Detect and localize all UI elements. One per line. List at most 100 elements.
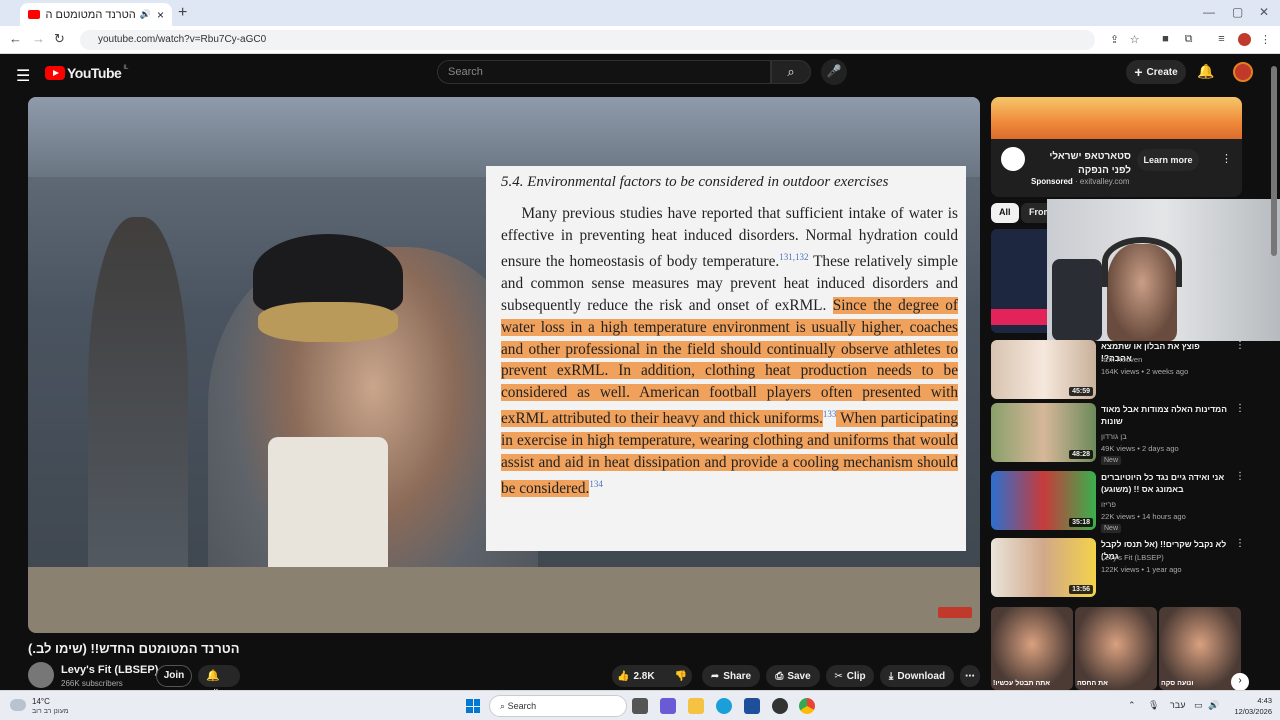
cloud-icon [10,699,26,711]
video-thumbnail[interactable]: 48:28 [991,403,1096,462]
steam-icon[interactable] [772,698,788,714]
short-caption: אתה תבטל עכשיו! [993,680,1050,687]
new-tab-button[interactable]: + [178,4,187,22]
channel-name[interactable]: Levy's Fit (LBSEP) [1101,553,1164,562]
share-button[interactable]: ➦ Share [702,665,760,687]
microphone-icon[interactable]: 🎤 [821,59,847,85]
download-icon: ⤓ [888,670,894,682]
clock-time: 4:43 [1257,696,1272,705]
reload-icon[interactable]: ↻ [54,31,65,47]
subscribed-bell-button[interactable]: 🔔⌄ [198,665,240,693]
short-thumbnail[interactable]: ונועה סקה [1159,607,1241,690]
back-arrow-icon[interactable]: ← [9,31,22,46]
join-button[interactable]: Join [156,665,192,687]
download-button[interactable]: ⤓ Download [880,665,954,687]
brand-text: YouTube [67,65,122,81]
maximize-button[interactable]: ▢ [1232,5,1243,19]
chevron-right-icon[interactable]: › [1231,673,1249,691]
chip-all[interactable]: All [991,203,1019,223]
video-thumbnail[interactable]: 45:59 [991,340,1096,399]
system-clock[interactable]: 4:43 12/03/2026 [1222,695,1272,717]
close-tab-icon[interactable]: × [157,8,164,22]
recommended-video[interactable]: 48:28 המדינות האלה צמודות אבל מאוד שונות… [991,403,1251,465]
minimize-button[interactable]: — [1203,5,1215,19]
video-menu-icon[interactable]: ⋮ [1235,340,1245,351]
microphone-tray-icon[interactable]: 🎙 [1148,700,1159,711]
chevron-up-icon[interactable]: ⌃ [1128,700,1136,711]
clip-label: Clip [846,670,866,682]
bell-icon: 🔔 [206,670,220,682]
page-scrollbar[interactable] [1271,56,1277,666]
recommended-video[interactable]: 13:56 לא נקבל שקרים!! (אל תנסו לקבל גמל)… [991,538,1251,600]
channel-name[interactable]: Levy's Fit (LBSEP) [61,664,158,676]
file-explorer-icon[interactable] [688,698,704,714]
thumbnail-banner [991,309,1047,325]
youtube-logo[interactable]: YouTube IL [45,65,128,81]
chrome-menu-icon[interactable]: ⋮ [1259,33,1272,46]
scrollbar-thumb[interactable] [1271,66,1277,256]
learn-more-button[interactable]: Learn more [1137,149,1199,171]
taskbar-search[interactable]: ⌕ Search [489,695,627,717]
paper-body: Many previous studies have reported that… [501,203,959,500]
task-view-icon[interactable] [632,698,648,714]
bookmark-star-icon[interactable]: ☆ [1128,33,1141,46]
reference-1: 131,132 [779,251,809,262]
sponsored-label: Sponsored [1031,177,1073,186]
windows-taskbar: 14°C מעונן רב רוב ⌕ Search ⌃ 🎙 עבר ▭ 🔊 4… [0,690,1280,720]
subscribe-watermark-icon[interactable] [938,607,972,618]
channel-name[interactable]: פריזו [1101,500,1116,509]
profile-avatar[interactable] [1238,33,1251,46]
save-button[interactable]: ⎙ Save [766,665,820,687]
puzzle-icon[interactable]: ⧉ [1182,33,1195,46]
notifications-bell-icon[interactable]: 🔔 [1197,63,1214,80]
hamburger-menu-icon[interactable]: ☰ [16,66,30,86]
speaker-icon[interactable]: 🔊 [140,9,151,20]
browser-tab[interactable]: הטרנד המטומטם החדש!! ( 🔊 × [20,3,172,26]
duration-badge: 13:56 [1069,585,1093,594]
recommended-video[interactable]: 45:59 פוצץ את הבלון או שתמצא אהבה?! Itzi… [991,340,1251,402]
ad-thumbnail-partial[interactable] [991,229,1047,333]
channel-name[interactable]: Itzik Reuven [1101,355,1142,364]
extension-icon[interactable]: ■ [1159,33,1172,46]
browser-tab-bar: הטרנד המטומטם החדש!! ( 🔊 × + — ▢ ✕ [0,0,1280,26]
video-title[interactable]: אני ואידה גיים נגד כל היוטיוברים באמונג … [1101,471,1231,495]
sponsored-ad-card[interactable]: סטארטאפ ישראלי לפני הנפקה Sponsored · ex… [991,97,1242,197]
search-input[interactable]: Search [437,60,771,84]
store-icon[interactable] [744,698,760,714]
media-controls-icon[interactable]: ≡ [1215,33,1228,46]
video-title[interactable]: המדינות האלה צמודות אבל מאוד שונות [1101,403,1231,427]
short-thumbnail[interactable]: אתה תבטל עכשיו! [991,607,1073,690]
ad-menu-icon[interactable]: ⋮ [1221,152,1232,165]
install-app-icon[interactable]: ⇪ [1108,33,1121,46]
windows-start-icon[interactable] [466,699,480,713]
forward-arrow-icon[interactable]: → [32,31,45,46]
youtube-play-icon [45,66,65,80]
channel-name[interactable]: בן גורדון [1101,432,1127,441]
language-indicator[interactable]: עבר [1170,700,1185,710]
thumbs-up-icon[interactable]: 👍 [617,671,629,682]
save-label: Save [787,670,811,682]
short-thumbnail[interactable]: את החסה [1075,607,1157,690]
clip-button[interactable]: ✂ Clip [826,665,874,687]
thumbs-down-icon[interactable]: 👎 [675,671,687,682]
account-avatar[interactable] [1233,62,1253,82]
channel-avatar[interactable] [28,662,54,688]
create-button[interactable]: + Create [1126,60,1186,84]
video-menu-icon[interactable]: ⋮ [1235,403,1245,414]
search-icon[interactable]: ⌕ [771,60,811,84]
close-window-button[interactable]: ✕ [1259,5,1269,19]
teams-icon[interactable] [660,698,676,714]
more-actions-icon[interactable]: ⋯ [960,665,980,687]
like-dislike-button[interactable]: 👍 2.8K 👎 [612,665,692,687]
video-thumbnail[interactable]: 13:56 [991,538,1096,597]
video-player[interactable]: 5.4. Environmental factors to be conside… [28,97,980,633]
network-icon[interactable]: ▭ [1194,700,1203,711]
video-menu-icon[interactable]: ⋮ [1235,471,1245,482]
volume-icon[interactable]: 🔊 [1208,700,1219,711]
chrome-icon[interactable] [799,698,815,714]
recommended-video[interactable]: 35:18 אני ואידה גיים נגד כל היוטיוברים ב… [991,471,1251,533]
video-thumbnail[interactable]: 35:18 [991,471,1096,530]
edge-icon[interactable] [716,698,732,714]
url-field[interactable]: youtube.com/watch?v=Rbu7Cy-aGC0 [80,30,1095,50]
video-menu-icon[interactable]: ⋮ [1235,538,1245,549]
